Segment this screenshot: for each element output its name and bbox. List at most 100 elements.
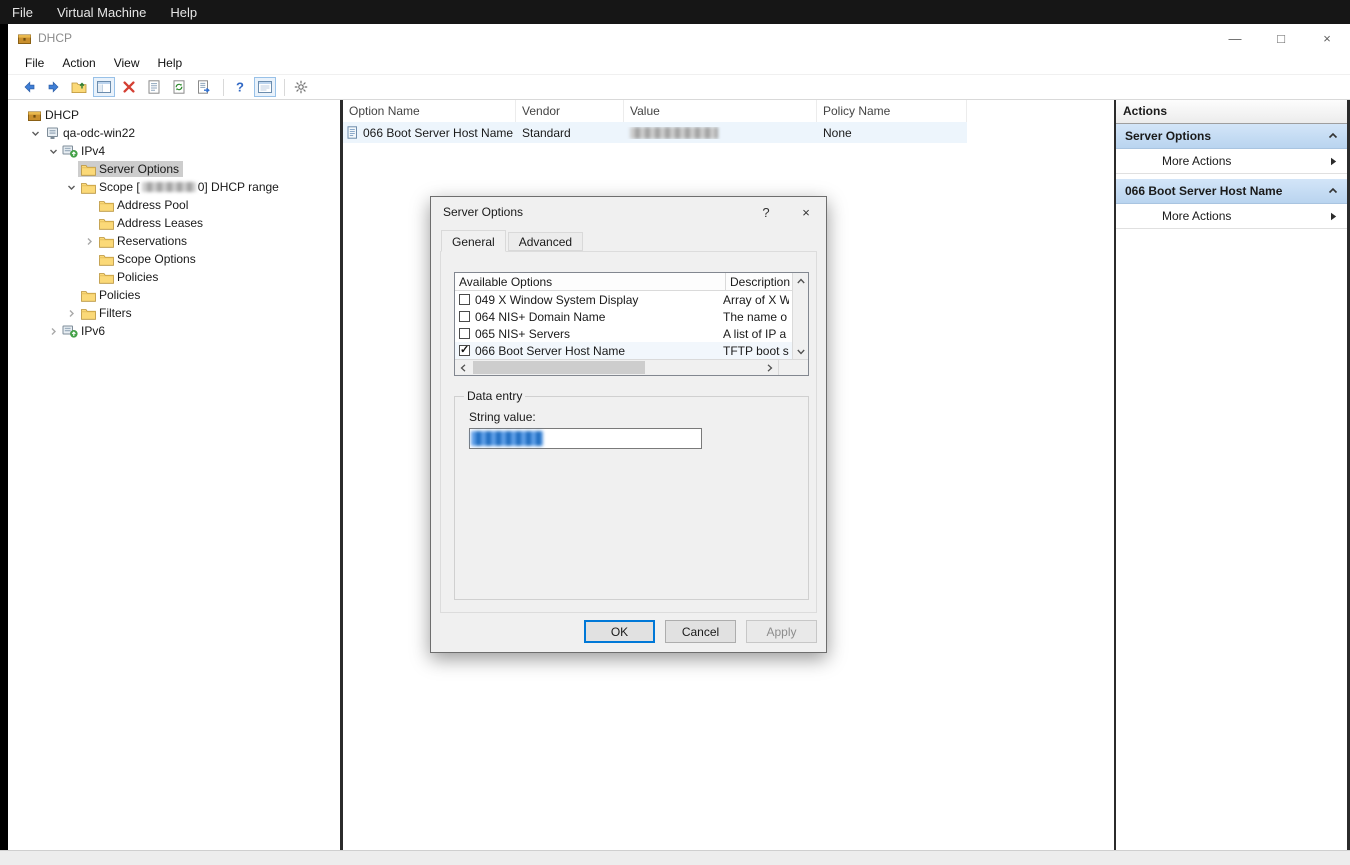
checkbox[interactable]	[459, 294, 470, 305]
scroll-right-button[interactable]	[762, 360, 778, 375]
refresh-icon[interactable]	[168, 77, 190, 97]
chevron-up-icon[interactable]	[1328, 132, 1338, 140]
list-row-066-boot-server-host-name[interactable]: 066 Boot Server Host NameStandardNone	[343, 122, 967, 143]
cancel-button[interactable]: Cancel	[665, 620, 736, 643]
more-actions-label: More Actions	[1162, 209, 1231, 223]
dialog-close-button[interactable]: ×	[786, 197, 826, 227]
tree-item-address-pool[interactable]: Address Pool	[8, 196, 340, 214]
show-console-tree-icon[interactable]	[93, 77, 115, 97]
menu-file[interactable]: File	[16, 56, 53, 70]
close-button[interactable]: ×	[1304, 24, 1350, 52]
tree-item-filters[interactable]: Filters	[8, 304, 340, 322]
actions-section-066-boot-server-host-name[interactable]: 066 Boot Server Host Name	[1116, 179, 1347, 204]
tab-advanced[interactable]: Advanced	[508, 232, 583, 251]
tree-item-scope-dhcp-range[interactable]: Scope [0] DHCP range	[8, 178, 340, 196]
actions-pane-title: Actions	[1116, 100, 1347, 124]
tree-item-policies[interactable]: Policies	[8, 286, 340, 304]
listbox-header: Available Options Description	[455, 273, 792, 291]
protocol-icon	[61, 325, 79, 338]
scroll-left-button[interactable]	[455, 360, 471, 375]
option-description: The name o	[723, 310, 789, 324]
folder-icon	[97, 253, 115, 266]
ok-button[interactable]: OK	[584, 620, 655, 643]
vm-menu-help[interactable]: Help	[158, 5, 209, 20]
tree-item-reservations[interactable]: Reservations	[8, 232, 340, 250]
vm-menu-file[interactable]: File	[0, 5, 45, 20]
listbox-column-description[interactable]: Description	[726, 273, 792, 291]
vm-menu-virtual-machine[interactable]: Virtual Machine	[45, 5, 158, 20]
maximize-button[interactable]: □	[1258, 24, 1304, 52]
option-row-064-nis-domain-name[interactable]: 064 NIS+ Domain NameThe name o	[455, 308, 792, 325]
back-icon[interactable]	[18, 77, 40, 97]
chevron-down-icon[interactable]	[64, 183, 78, 192]
dialog-title: Server Options	[443, 205, 523, 219]
option-row-065-nis-servers[interactable]: 065 NIS+ ServersA list of IP a	[455, 325, 792, 342]
scroll-up-button[interactable]	[793, 273, 808, 288]
tree-item-ipv6[interactable]: IPv6	[8, 322, 340, 340]
dialog-help-button[interactable]: ?	[746, 197, 786, 227]
tree-item-policies[interactable]: Policies	[8, 268, 340, 286]
tree-item-label: IPv6	[81, 324, 105, 338]
string-value-input[interactable]	[469, 428, 702, 449]
option-icon	[346, 126, 359, 139]
tree-item-address-leases[interactable]: Address Leases	[8, 214, 340, 232]
tree-item-qa-odc-win22[interactable]: qa-odc-win22	[8, 124, 340, 142]
chevron-down-icon[interactable]	[46, 147, 60, 156]
tree-item-label: qa-odc-win22	[63, 126, 135, 140]
horizontal-scrollbar[interactable]	[455, 359, 808, 375]
more-actions-066-boot-server-host-name[interactable]: More Actions	[1116, 204, 1347, 229]
minimize-button[interactable]: —	[1212, 24, 1258, 52]
menu-view[interactable]: View	[105, 56, 149, 70]
tree-item-server-options[interactable]: Server Options	[8, 160, 340, 178]
scroll-track[interactable]	[793, 288, 808, 344]
tree-item-label: Policies	[99, 288, 140, 302]
checkbox[interactable]	[459, 345, 470, 356]
more-actions-server-options[interactable]: More Actions	[1116, 149, 1347, 174]
checkbox[interactable]	[459, 311, 470, 322]
option-label: 066 Boot Server Host Name	[475, 344, 723, 358]
chevron-right-icon[interactable]	[46, 327, 60, 336]
dhcp-console-icon	[25, 109, 43, 122]
properties-icon[interactable]	[143, 77, 165, 97]
chevron-right-icon	[1330, 212, 1337, 221]
export-list-icon[interactable]	[193, 77, 215, 97]
column-header-option-name[interactable]: Option Name	[343, 100, 516, 122]
tree-item-label: Address Pool	[117, 198, 188, 212]
option-label: 064 NIS+ Domain Name	[475, 310, 723, 324]
scroll-down-button[interactable]	[793, 344, 808, 359]
listbox-column-available-options[interactable]: Available Options	[455, 273, 726, 291]
chevron-down-icon[interactable]	[28, 129, 42, 138]
menu-help[interactable]: Help	[149, 56, 192, 70]
checkbox[interactable]	[459, 328, 470, 339]
tab-general[interactable]: General	[441, 230, 506, 252]
column-header-filler	[967, 100, 1114, 122]
apply-button[interactable]: Apply	[746, 620, 817, 643]
menubar: File Action View Help	[8, 52, 1350, 74]
menu-action[interactable]: Action	[53, 56, 104, 70]
delete-icon[interactable]	[118, 77, 140, 97]
related-actions-icon[interactable]	[290, 77, 312, 97]
column-header-value[interactable]: Value	[624, 100, 817, 122]
help-icon[interactable]: ?	[229, 77, 251, 97]
option-row-066-boot-server-host-name[interactable]: 066 Boot Server Host NameTFTP boot s	[455, 342, 792, 359]
screen: { "colors": { "accent_blue": "#0078d7", …	[0, 0, 1350, 865]
chevron-right-icon[interactable]	[82, 237, 96, 246]
scroll-thumb[interactable]	[473, 361, 645, 374]
scroll-track[interactable]	[471, 360, 762, 375]
show-window-icon[interactable]	[254, 77, 276, 97]
up-one-level-icon[interactable]	[68, 77, 90, 97]
vertical-scrollbar[interactable]	[792, 273, 808, 359]
svg-text:?: ?	[236, 80, 244, 95]
chevron-right-icon[interactable]	[64, 309, 78, 318]
actions-section-server-options[interactable]: Server Options	[1116, 124, 1347, 149]
tree-item-scope-options[interactable]: Scope Options	[8, 250, 340, 268]
option-row-049-x-window-system-display[interactable]: 049 X Window System DisplayArray of X W	[455, 291, 792, 308]
column-header-vendor[interactable]: Vendor	[516, 100, 624, 122]
chevron-up-icon[interactable]	[1328, 187, 1338, 195]
column-header-policy-name[interactable]: Policy Name	[817, 100, 967, 122]
tree-item-dhcp[interactable]: DHCP	[8, 106, 340, 124]
tree-item-ipv4[interactable]: IPv4	[8, 142, 340, 160]
window-titlebar: DHCP — □ ×	[8, 24, 1350, 52]
redacted-value	[630, 127, 718, 139]
forward-icon[interactable]	[43, 77, 65, 97]
